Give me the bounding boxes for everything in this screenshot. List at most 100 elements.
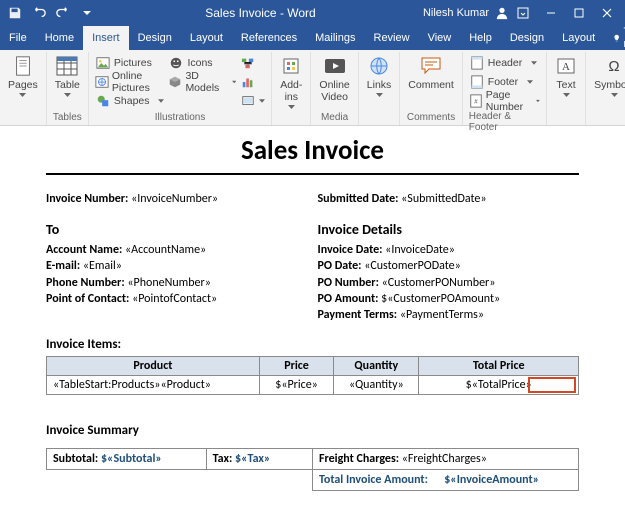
chevron-down-icon bbox=[64, 93, 71, 97]
th-total: Total Price bbox=[419, 357, 579, 376]
chevron-down-icon bbox=[158, 99, 164, 103]
tab-help[interactable]: Help bbox=[460, 26, 501, 50]
pages-button[interactable]: Pages bbox=[6, 54, 40, 98]
link-icon bbox=[368, 55, 390, 77]
chevron-down-icon bbox=[531, 61, 537, 65]
tab-file[interactable]: File bbox=[0, 26, 36, 50]
po-amount: PO Amount: $«CustomerPOAmount» bbox=[318, 291, 580, 307]
chevron-down-icon bbox=[232, 80, 236, 84]
links-button[interactable]: Links bbox=[365, 54, 394, 98]
group-comments: Comment Comments bbox=[400, 52, 463, 125]
document-canvas[interactable]: Sales Invoice Invoice Number: «InvoiceNu… bbox=[0, 126, 625, 510]
tab-table-design[interactable]: Design bbox=[501, 26, 553, 50]
td-qty[interactable]: «Quantity» bbox=[334, 376, 419, 395]
items-heading: Invoice Items: bbox=[46, 337, 579, 352]
online-video-button[interactable]: Online Video bbox=[317, 54, 351, 104]
total-cell[interactable]: Total Invoice Amount: $«InvoiceAmount» bbox=[312, 470, 578, 491]
cursor-highlight bbox=[528, 377, 576, 393]
invoice-number: Invoice Number: «InvoiceNumber» bbox=[46, 191, 308, 207]
table-button[interactable]: Table bbox=[53, 54, 82, 98]
undo-button[interactable] bbox=[28, 2, 50, 24]
table-row[interactable]: «TableStart:Products»«Product» $«Price» … bbox=[47, 376, 579, 395]
summary-heading: Invoice Summary bbox=[46, 423, 579, 438]
window-title: Sales Invoice - Word bbox=[98, 6, 423, 20]
redo-button[interactable] bbox=[52, 2, 74, 24]
th-product: Product bbox=[47, 357, 260, 376]
group-label-tables: Tables bbox=[53, 111, 82, 125]
save-button[interactable] bbox=[4, 2, 26, 24]
qat-customize-button[interactable] bbox=[76, 2, 98, 24]
submitted-date: Submitted Date: «SubmittedDate» bbox=[318, 191, 580, 207]
tab-table-layout[interactable]: Layout bbox=[553, 26, 604, 50]
header-icon bbox=[469, 55, 485, 71]
header-button[interactable]: Header bbox=[469, 54, 540, 72]
tab-design[interactable]: Design bbox=[129, 26, 181, 50]
minimize-button[interactable] bbox=[537, 2, 565, 24]
tab-insert[interactable]: Insert bbox=[83, 26, 129, 50]
chart-icon bbox=[240, 74, 256, 90]
online-pictures-icon bbox=[95, 74, 109, 90]
po-number: PO Number: «CustomerPONumber» bbox=[318, 275, 580, 291]
user-avatar-icon bbox=[495, 6, 509, 20]
th-price: Price bbox=[259, 357, 333, 376]
close-button[interactable] bbox=[593, 2, 621, 24]
smartart-button[interactable] bbox=[240, 54, 265, 72]
page-number-button[interactable]: #Page Number bbox=[469, 92, 540, 110]
freight-cell[interactable]: Freight Charges: «FreightCharges» bbox=[312, 449, 578, 470]
tell-me[interactable]: Tell me bbox=[604, 26, 625, 50]
online-pictures-button[interactable]: Online Pictures bbox=[95, 73, 165, 91]
page-number-icon: # bbox=[469, 93, 483, 109]
to-heading: To bbox=[46, 221, 308, 238]
user-name: Nilesh Kumar bbox=[423, 7, 489, 19]
tax-cell[interactable]: Tax: $«Tax» bbox=[206, 449, 312, 470]
items-table[interactable]: Product Price Quantity Total Price «Tabl… bbox=[46, 356, 579, 395]
3d-models-button[interactable]: 3D Models bbox=[168, 73, 236, 91]
addins-button[interactable]: Add- ins bbox=[278, 54, 304, 110]
chart-button[interactable] bbox=[240, 73, 265, 91]
summary-table[interactable]: Subtotal: $«Subtotal» Tax: $«Tax» Freigh… bbox=[46, 448, 579, 491]
maximize-button[interactable] bbox=[565, 2, 593, 24]
addins-icon bbox=[280, 55, 302, 77]
textbox-icon: A bbox=[555, 55, 577, 77]
th-qty: Quantity bbox=[334, 357, 419, 376]
screenshot-icon bbox=[240, 93, 256, 109]
group-symbols: Ω Symbols bbox=[586, 52, 625, 125]
ribbon-tabs: File Home Insert Design Layout Reference… bbox=[0, 26, 625, 50]
po-date: PO Date: «CustomerPODate» bbox=[318, 258, 580, 274]
phone: Phone Number: «PhoneNumber» bbox=[46, 275, 308, 291]
tab-home[interactable]: Home bbox=[36, 26, 83, 50]
shapes-button[interactable]: Shapes bbox=[95, 92, 165, 110]
svg-text:Ω: Ω bbox=[609, 58, 620, 75]
table-header-row: Product Price Quantity Total Price bbox=[47, 357, 579, 376]
chevron-down-icon bbox=[536, 99, 540, 103]
group-links: Links bbox=[359, 52, 401, 125]
comment-button[interactable]: Comment bbox=[406, 54, 456, 92]
text-button[interactable]: A Text bbox=[553, 54, 579, 98]
group-label-media: Media bbox=[321, 111, 348, 125]
user-account[interactable]: Nilesh Kumar bbox=[423, 6, 509, 20]
group-label-comments: Comments bbox=[407, 111, 455, 125]
group-text: A Text bbox=[547, 52, 586, 125]
tab-view[interactable]: View bbox=[419, 26, 461, 50]
tab-layout[interactable]: Layout bbox=[181, 26, 232, 50]
td-price[interactable]: $«Price» bbox=[259, 376, 333, 395]
invoice-date: Invoice Date: «InvoiceDate» bbox=[318, 242, 580, 258]
footer-icon bbox=[469, 74, 485, 90]
ribbon-options-button[interactable] bbox=[509, 2, 537, 24]
tab-review[interactable]: Review bbox=[365, 26, 419, 50]
tab-mailings[interactable]: Mailings bbox=[306, 26, 364, 50]
chevron-down-icon bbox=[527, 80, 533, 84]
page-icon bbox=[12, 55, 34, 77]
group-header-footer: Header Footer #Page Number Header & Foot… bbox=[463, 52, 547, 125]
symbols-button[interactable]: Ω Symbols bbox=[592, 54, 625, 98]
td-product[interactable]: «TableStart:Products»«Product» bbox=[47, 376, 260, 395]
svg-text:A: A bbox=[562, 61, 570, 73]
tab-references[interactable]: References bbox=[232, 26, 306, 50]
table-icon bbox=[56, 55, 78, 77]
td-total[interactable]: $«TotalPrice» bbox=[419, 376, 579, 395]
details-heading: Invoice Details bbox=[318, 221, 580, 238]
group-addins: Add- ins bbox=[272, 52, 311, 125]
account-name: Account Name: «AccountName» bbox=[46, 242, 308, 258]
subtotal-cell[interactable]: Subtotal: $«Subtotal» bbox=[47, 449, 207, 470]
screenshot-button[interactable] bbox=[240, 92, 265, 110]
